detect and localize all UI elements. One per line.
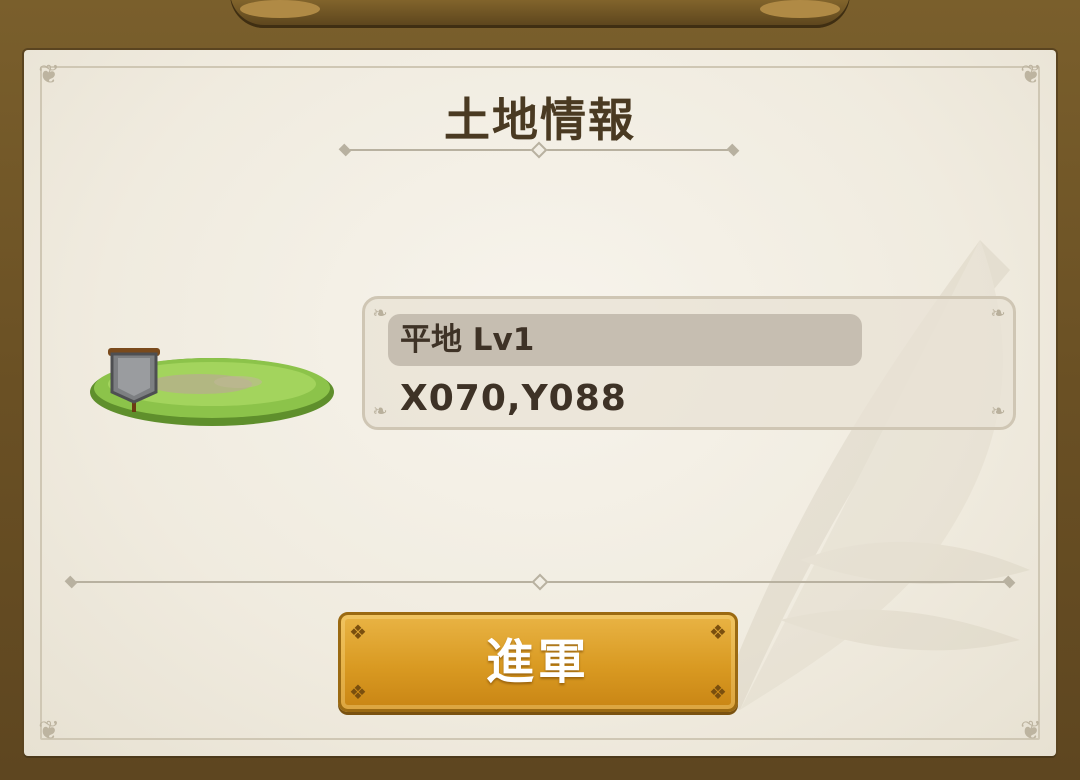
terrain-level-text: 平地 Lv1 bbox=[400, 322, 535, 358]
corner-ornament-icon: ❧ bbox=[990, 303, 1006, 324]
dialog-title: 土地情報 bbox=[444, 93, 636, 147]
tile-coordinates: X070,Y088 bbox=[400, 378, 627, 419]
corner-ornament-icon: ❧ bbox=[372, 401, 388, 422]
corner-ornament-icon: ❦ bbox=[38, 716, 60, 746]
land-tile-image bbox=[90, 348, 334, 426]
corner-ornament-icon: ❧ bbox=[990, 401, 1006, 422]
march-button[interactable]: ❖ ❖ ❖ ❖ 進軍 bbox=[338, 612, 738, 712]
title-divider bbox=[338, 141, 740, 159]
bottom-divider bbox=[64, 573, 1016, 591]
top-ornament bbox=[230, 0, 850, 28]
march-button-label: 進軍 bbox=[485, 634, 590, 690]
